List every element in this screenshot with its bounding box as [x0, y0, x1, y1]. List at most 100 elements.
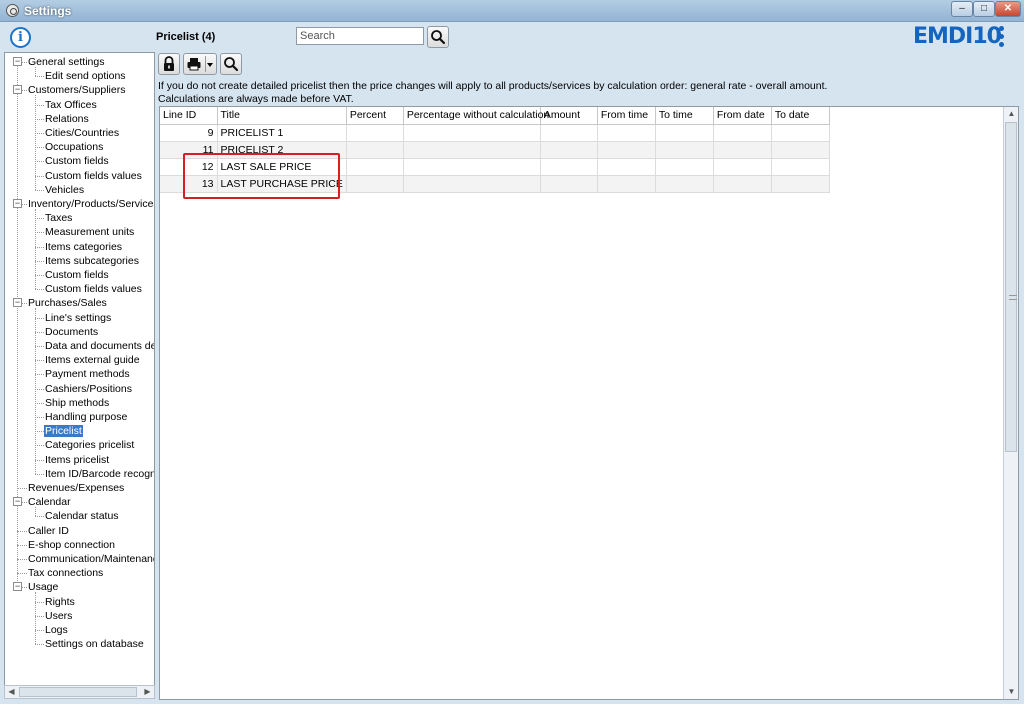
tree-item[interactable]: Edit send options — [44, 69, 127, 83]
tree-item[interactable]: Pricelist — [44, 424, 83, 438]
scroll-down-icon[interactable]: ▼ — [1004, 685, 1019, 699]
tree-horizontal-scrollbar[interactable]: ◀ ▶ — [4, 685, 155, 699]
table-cell[interactable]: 12 — [160, 158, 218, 176]
tree-item[interactable]: General settings — [27, 55, 105, 69]
scroll-thumb[interactable] — [19, 687, 137, 697]
tree-item[interactable]: Measurement units — [44, 225, 135, 239]
tree-item[interactable]: Handling purpose — [44, 410, 128, 424]
table-cell[interactable] — [597, 158, 656, 176]
table-cell[interactable]: 11 — [160, 141, 218, 159]
search-button[interactable] — [427, 26, 449, 48]
table-cell[interactable] — [713, 141, 772, 159]
table-cell[interactable]: PRICELIST 2 — [217, 141, 347, 159]
tree-collapse-icon[interactable]: − — [13, 298, 22, 308]
tree-item[interactable]: Logs — [44, 623, 69, 637]
tree-item[interactable]: Revenues/Expenses — [27, 481, 125, 495]
tree-item[interactable]: Items pricelist — [44, 453, 110, 467]
table-cell[interactable] — [655, 158, 714, 176]
tree-item[interactable]: Relations — [44, 112, 90, 126]
table-cell[interactable]: 9 — [160, 124, 218, 142]
info-icon[interactable]: i — [10, 27, 31, 48]
tree-item[interactable]: Users — [44, 609, 73, 623]
tree-item[interactable]: Custom fields — [44, 268, 110, 282]
table-cell[interactable] — [655, 141, 714, 159]
scroll-left-icon[interactable]: ◀ — [5, 686, 18, 698]
table-cell[interactable] — [403, 141, 541, 159]
tree-item[interactable]: Data and documents desi — [44, 339, 154, 353]
table-cell[interactable] — [771, 141, 830, 159]
table-cell[interactable] — [771, 124, 830, 142]
tree-item[interactable]: Cities/Countries — [44, 126, 120, 140]
tree-item[interactable]: Purchases/Sales — [27, 296, 108, 310]
tree-item[interactable]: Calendar status — [44, 509, 120, 523]
tree-item[interactable]: Custom fields — [44, 154, 110, 168]
table-cell[interactable] — [346, 175, 404, 193]
tree-item[interactable]: Ship methods — [44, 396, 110, 410]
table-cell[interactable] — [540, 175, 598, 193]
minimize-button[interactable]: ‒ — [951, 1, 973, 17]
tree-item[interactable]: Usage — [27, 580, 59, 594]
table-row[interactable]: 11 PRICELIST 2 — [160, 141, 830, 159]
table-cell[interactable] — [403, 175, 541, 193]
tree-item[interactable]: Occupations — [44, 140, 104, 154]
table-cell[interactable] — [540, 158, 598, 176]
tree-item[interactable]: Custom fields values — [44, 169, 143, 183]
tree-collapse-icon[interactable]: − — [13, 85, 22, 95]
table-cell[interactable] — [403, 158, 541, 176]
close-button[interactable]: ✕ — [995, 1, 1021, 17]
tree-item[interactable]: Items subcategories — [44, 254, 140, 268]
tree-item[interactable]: Items categories — [44, 240, 123, 254]
table-cell[interactable] — [713, 175, 772, 193]
column-header[interactable]: To date — [771, 107, 830, 125]
tree-item[interactable]: Payment methods — [44, 367, 131, 381]
tree-item[interactable]: Categories pricelist — [44, 438, 135, 452]
tree-item[interactable]: Cashiers/Positions — [44, 382, 133, 396]
table-cell[interactable]: LAST PURCHASE PRICE — [217, 175, 347, 193]
search-input[interactable] — [296, 27, 424, 45]
table-cell[interactable] — [403, 124, 541, 142]
table-cell[interactable]: LAST SALE PRICE — [217, 158, 347, 176]
tree-item[interactable]: Documents — [44, 325, 99, 339]
maximize-button[interactable]: □ — [973, 1, 995, 17]
tree-item[interactable]: Items external guide — [44, 353, 141, 367]
chevron-down-icon[interactable] — [207, 63, 213, 67]
table-cell[interactable] — [713, 158, 772, 176]
table-cell[interactable] — [597, 141, 656, 159]
scroll-thumb[interactable] — [1005, 122, 1017, 452]
tree-collapse-icon[interactable]: − — [13, 582, 22, 592]
tree-item[interactable]: Custom fields values — [44, 282, 143, 296]
preview-button[interactable] — [220, 53, 242, 75]
tree-item[interactable]: Line's settings — [44, 311, 112, 325]
column-header[interactable]: Amount — [540, 107, 598, 125]
tree-collapse-icon[interactable]: − — [13, 199, 22, 208]
table-row[interactable]: 9 PRICELIST 1 — [160, 124, 830, 142]
table-row[interactable]: 12 LAST SALE PRICE — [160, 158, 830, 176]
tree-item[interactable]: Customers/Suppliers — [27, 83, 126, 97]
table-cell[interactable] — [346, 158, 404, 176]
column-header[interactable]: From time — [597, 107, 656, 125]
settings-tree[interactable]: − General settings Edit send options − Custo… — [4, 52, 155, 699]
table-cell[interactable] — [655, 124, 714, 142]
tree-item[interactable]: Vehicles — [44, 183, 85, 197]
tree-item[interactable]: Calendar — [27, 495, 72, 509]
table-cell[interactable] — [540, 141, 598, 159]
column-header[interactable]: To time — [655, 107, 714, 125]
table-cell[interactable] — [346, 124, 404, 142]
tree-item[interactable]: Inventory/Products/Services — [27, 197, 154, 211]
tree-item[interactable]: Taxes — [44, 211, 73, 225]
tree-item[interactable]: Item ID/Barcode recognize — [44, 467, 154, 481]
tree-item[interactable]: E-shop connection — [27, 538, 116, 552]
scroll-up-icon[interactable]: ▲ — [1004, 107, 1019, 121]
table-cell[interactable] — [597, 175, 656, 193]
grid-vertical-scrollbar[interactable]: ▲ ▼ — [1003, 107, 1018, 699]
table-cell[interactable] — [346, 141, 404, 159]
table-cell[interactable] — [713, 124, 772, 142]
tree-item[interactable]: Settings on database — [44, 637, 145, 651]
column-header[interactable]: Percent — [346, 107, 404, 125]
column-header[interactable]: Percentage without calculation — [403, 107, 549, 125]
tree-item[interactable]: Tax Offices — [44, 98, 98, 112]
column-header[interactable]: Title — [217, 107, 347, 125]
tree-item[interactable]: Tax connections — [27, 566, 104, 580]
print-button[interactable] — [183, 53, 217, 75]
table-cell[interactable] — [540, 124, 598, 142]
